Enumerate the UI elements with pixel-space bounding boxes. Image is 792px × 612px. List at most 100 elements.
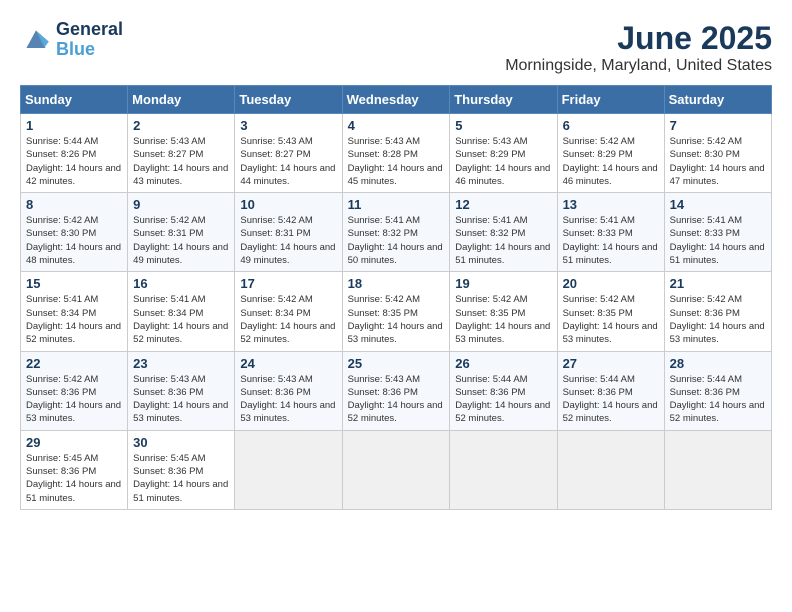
calendar-cell: 21 Sunrise: 5:42 AMSunset: 8:36 PMDayligh… — [664, 272, 771, 351]
day-info: Sunrise: 5:43 AMSunset: 8:28 PMDaylight:… — [348, 135, 445, 188]
day-number: 7 — [670, 118, 766, 133]
day-info: Sunrise: 5:45 AMSunset: 8:36 PMDaylight:… — [133, 452, 229, 505]
calendar-cell — [557, 430, 664, 509]
calendar-cell: 23 Sunrise: 5:43 AMSunset: 8:36 PMDayligh… — [128, 351, 235, 430]
calendar-cell: 15 Sunrise: 5:41 AMSunset: 8:34 PMDayligh… — [21, 272, 128, 351]
day-info: Sunrise: 5:42 AMSunset: 8:36 PMDaylight:… — [670, 293, 766, 346]
day-number: 8 — [26, 197, 122, 212]
calendar-table: SundayMondayTuesdayWednesdayThursdayFrid… — [20, 85, 772, 510]
calendar-cell: 29 Sunrise: 5:45 AMSunset: 8:36 PMDayligh… — [21, 430, 128, 509]
calendar-cell: 25Sunrise: 5:43 AMSunset: 8:36 PMDayligh… — [342, 351, 450, 430]
calendar-cell — [235, 430, 342, 509]
day-number: 16 — [133, 276, 229, 291]
calendar-cell: 2 Sunrise: 5:43 AMSunset: 8:27 PMDaylight… — [128, 114, 235, 193]
calendar-week-row: 29 Sunrise: 5:45 AMSunset: 8:36 PMDayligh… — [21, 430, 772, 509]
day-number: 21 — [670, 276, 766, 291]
page-header: General Blue June 2025 Morningside, Mary… — [20, 20, 772, 75]
day-info: Sunrise: 5:42 AMSunset: 8:35 PMDaylight:… — [455, 293, 551, 346]
day-number: 3 — [240, 118, 336, 133]
day-info: Sunrise: 5:43 AMSunset: 8:36 PMDaylight:… — [240, 373, 336, 426]
day-info: Sunrise: 5:42 AMSunset: 8:31 PMDaylight:… — [133, 214, 229, 267]
calendar-cell: 26 Sunrise: 5:44 AMSunset: 8:36 PMDayligh… — [450, 351, 557, 430]
title-area: June 2025 Morningside, Maryland, United … — [505, 20, 772, 75]
day-number: 20 — [563, 276, 659, 291]
weekday-header: Sunday — [21, 86, 128, 114]
day-number: 18 — [348, 276, 445, 291]
calendar-cell — [664, 430, 771, 509]
calendar-cell: 6 Sunrise: 5:42 AMSunset: 8:29 PMDaylight… — [557, 114, 664, 193]
day-number: 23 — [133, 356, 229, 371]
calendar-cell: 14 Sunrise: 5:41 AMSunset: 8:33 PMDayligh… — [664, 193, 771, 272]
calendar-cell: 13Sunrise: 5:41 AMSunset: 8:33 PMDayligh… — [557, 193, 664, 272]
calendar-week-row: 22Sunrise: 5:42 AMSunset: 8:36 PMDayligh… — [21, 351, 772, 430]
day-number: 27 — [563, 356, 659, 371]
day-info: Sunrise: 5:45 AMSunset: 8:36 PMDaylight:… — [26, 452, 122, 505]
calendar-cell: 7Sunrise: 5:42 AMSunset: 8:30 PMDaylight… — [664, 114, 771, 193]
day-info: Sunrise: 5:41 AMSunset: 8:32 PMDaylight:… — [348, 214, 445, 267]
calendar-cell: 28 Sunrise: 5:44 AMSunset: 8:36 PMDayligh… — [664, 351, 771, 430]
day-number: 24 — [240, 356, 336, 371]
calendar-cell: 27Sunrise: 5:44 AMSunset: 8:36 PMDayligh… — [557, 351, 664, 430]
calendar-week-row: 8Sunrise: 5:42 AMSunset: 8:30 PMDaylight… — [21, 193, 772, 272]
day-info: Sunrise: 5:41 AMSunset: 8:34 PMDaylight:… — [26, 293, 122, 346]
calendar-body: 1Sunrise: 5:44 AMSunset: 8:26 PMDaylight… — [21, 114, 772, 510]
day-info: Sunrise: 5:42 AMSunset: 8:34 PMDaylight:… — [240, 293, 336, 346]
day-number: 29 — [26, 435, 122, 450]
calendar-cell: 5 Sunrise: 5:43 AMSunset: 8:29 PMDaylight… — [450, 114, 557, 193]
weekday-header: Tuesday — [235, 86, 342, 114]
day-number: 10 — [240, 197, 336, 212]
day-number: 6 — [563, 118, 659, 133]
day-number: 26 — [455, 356, 551, 371]
calendar-cell: 9 Sunrise: 5:42 AMSunset: 8:31 PMDaylight… — [128, 193, 235, 272]
day-info: Sunrise: 5:41 AMSunset: 8:33 PMDaylight:… — [670, 214, 766, 267]
day-info: Sunrise: 5:43 AMSunset: 8:36 PMDaylight:… — [133, 373, 229, 426]
day-number: 22 — [26, 356, 122, 371]
day-number: 14 — [670, 197, 766, 212]
day-number: 9 — [133, 197, 229, 212]
day-info: Sunrise: 5:43 AMSunset: 8:27 PMDaylight:… — [133, 135, 229, 188]
calendar-header-row: SundayMondayTuesdayWednesdayThursdayFrid… — [21, 86, 772, 114]
calendar-cell: 11 Sunrise: 5:41 AMSunset: 8:32 PMDayligh… — [342, 193, 450, 272]
day-number: 15 — [26, 276, 122, 291]
day-number: 19 — [455, 276, 551, 291]
logo-text: General Blue — [56, 20, 123, 60]
calendar-cell: 20 Sunrise: 5:42 AMSunset: 8:35 PMDayligh… — [557, 272, 664, 351]
day-info: Sunrise: 5:43 AMSunset: 8:29 PMDaylight:… — [455, 135, 551, 188]
calendar-cell: 1Sunrise: 5:44 AMSunset: 8:26 PMDaylight… — [21, 114, 128, 193]
day-number: 4 — [348, 118, 445, 133]
calendar-cell: 30 Sunrise: 5:45 AMSunset: 8:36 PMDayligh… — [128, 430, 235, 509]
calendar-cell: 4 Sunrise: 5:43 AMSunset: 8:28 PMDaylight… — [342, 114, 450, 193]
calendar-cell: 24 Sunrise: 5:43 AMSunset: 8:36 PMDayligh… — [235, 351, 342, 430]
day-info: Sunrise: 5:43 AMSunset: 8:27 PMDaylight:… — [240, 135, 336, 188]
day-number: 11 — [348, 197, 445, 212]
logo: General Blue — [20, 20, 123, 60]
month-title: June 2025 — [505, 20, 772, 57]
calendar-week-row: 15 Sunrise: 5:41 AMSunset: 8:34 PMDayligh… — [21, 272, 772, 351]
day-number: 17 — [240, 276, 336, 291]
weekday-header: Thursday — [450, 86, 557, 114]
calendar-cell: 10Sunrise: 5:42 AMSunset: 8:31 PMDayligh… — [235, 193, 342, 272]
day-number: 5 — [455, 118, 551, 133]
day-info: Sunrise: 5:44 AMSunset: 8:36 PMDaylight:… — [455, 373, 551, 426]
day-number: 30 — [133, 435, 229, 450]
day-number: 28 — [670, 356, 766, 371]
calendar-week-row: 1Sunrise: 5:44 AMSunset: 8:26 PMDaylight… — [21, 114, 772, 193]
calendar-cell — [342, 430, 450, 509]
logo-icon — [20, 24, 52, 56]
calendar-cell: 19 Sunrise: 5:42 AMSunset: 8:35 PMDayligh… — [450, 272, 557, 351]
day-info: Sunrise: 5:43 AMSunset: 8:36 PMDaylight:… — [348, 373, 445, 426]
weekday-header: Friday — [557, 86, 664, 114]
day-info: Sunrise: 5:44 AMSunset: 8:36 PMDaylight:… — [670, 373, 766, 426]
day-info: Sunrise: 5:42 AMSunset: 8:29 PMDaylight:… — [563, 135, 659, 188]
weekday-header: Saturday — [664, 86, 771, 114]
day-number: 2 — [133, 118, 229, 133]
day-info: Sunrise: 5:42 AMSunset: 8:35 PMDaylight:… — [563, 293, 659, 346]
calendar-cell: 17 Sunrise: 5:42 AMSunset: 8:34 PMDayligh… — [235, 272, 342, 351]
calendar-cell: 12Sunrise: 5:41 AMSunset: 8:32 PMDayligh… — [450, 193, 557, 272]
calendar-cell — [450, 430, 557, 509]
location-title: Morningside, Maryland, United States — [505, 57, 772, 75]
day-number: 12 — [455, 197, 551, 212]
day-info: Sunrise: 5:41 AMSunset: 8:33 PMDaylight:… — [563, 214, 659, 267]
day-info: Sunrise: 5:41 AMSunset: 8:34 PMDaylight:… — [133, 293, 229, 346]
day-number: 1 — [26, 118, 122, 133]
